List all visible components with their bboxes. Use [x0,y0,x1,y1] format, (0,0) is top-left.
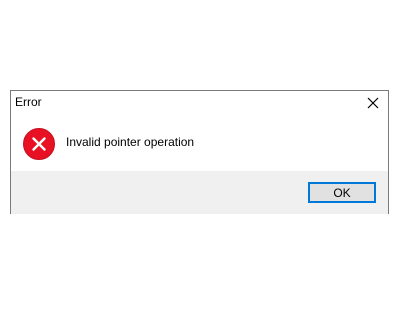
close-button[interactable] [364,94,382,112]
error-icon [23,128,55,160]
ok-button[interactable]: OK [308,182,376,203]
dialog-content: Invalid pointer operation [11,115,388,171]
error-dialog: Error Invalid pointer operation OK [10,90,389,214]
close-icon [367,97,379,109]
dialog-footer: OK [11,171,388,214]
dialog-title: Error [15,95,42,109]
dialog-titlebar[interactable]: Error [11,91,388,115]
error-message: Invalid pointer operation [66,135,195,149]
